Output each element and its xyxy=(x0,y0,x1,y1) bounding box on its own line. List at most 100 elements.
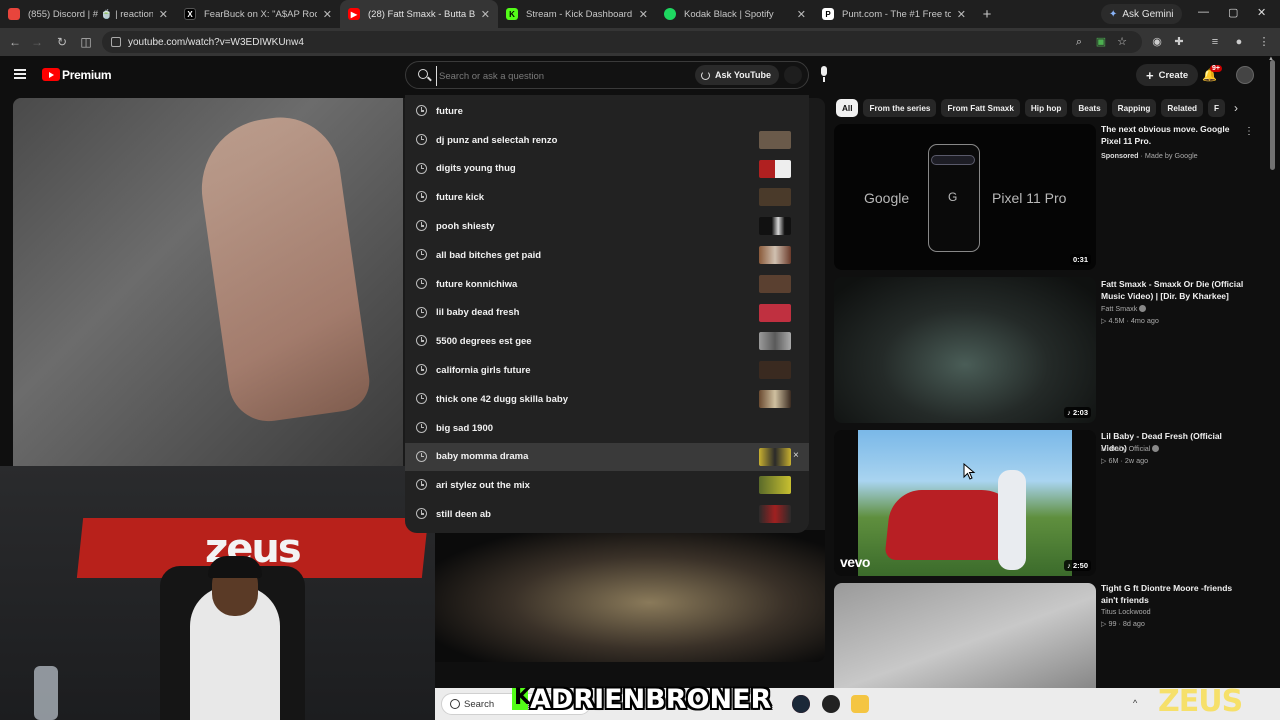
tab-close-icon[interactable]: ✕ xyxy=(639,8,648,21)
forward-icon[interactable]: → xyxy=(25,35,49,49)
channel-name[interactable]: Lil Baby Official xyxy=(1101,444,1150,453)
tab-kick[interactable]: K Stream - Kick Dashboard ✕ xyxy=(498,0,656,28)
recommendation-item[interactable]: vevo ♪ 2:50 Lil Baby - Dead Fresh (Offic… xyxy=(834,430,1264,578)
page-scrollbar[interactable] xyxy=(1270,60,1275,170)
vevo-logo: vevo xyxy=(840,554,870,570)
maximize-icon[interactable]: ▢ xyxy=(1228,6,1238,19)
video-title[interactable]: Tight G ft Diontre Moore -friends ain't … xyxy=(1101,583,1249,606)
suggestion-item[interactable]: future kick xyxy=(405,183,809,212)
chip-rapping[interactable]: Rapping xyxy=(1111,99,1157,117)
youtube-premium-wordmark[interactable]: Premium xyxy=(62,68,112,82)
tab-discord[interactable]: (855) Discord | # 🍵 | reactions ✕ xyxy=(0,0,176,28)
suggestion-item[interactable]: thick one 42 dugg skilla baby xyxy=(405,385,809,414)
spotify-icon xyxy=(664,8,676,20)
channel-name[interactable]: Titus Lockwood xyxy=(1101,607,1151,616)
create-button[interactable]: + Create xyxy=(1136,64,1199,86)
ask-gemini-button[interactable]: ✦ Ask Gemini xyxy=(1101,4,1182,24)
site-info-icon[interactable] xyxy=(111,37,121,47)
channel-line[interactable]: Fatt Smaxk xyxy=(1101,304,1147,313)
suggestion-item[interactable]: future konnichiwa xyxy=(405,270,809,299)
recommendation-item[interactable]: Google G Pixel 11 Pro 0:31 The next obvi… xyxy=(834,124,1264,272)
ask-youtube-button[interactable]: Ask YouTube xyxy=(695,65,780,85)
close-window-icon[interactable]: ✕ xyxy=(1257,6,1266,19)
search-submit-button[interactable] xyxy=(784,66,802,84)
suggestion-item[interactable]: big sad 1900 xyxy=(405,414,809,443)
menu-icon[interactable] xyxy=(14,69,26,79)
video-title[interactable]: Fatt Smaxk - Smaxk Or Die (Official Musi… xyxy=(1101,279,1249,302)
new-tab-button[interactable]: + xyxy=(974,6,1000,23)
suggestion-text: big sad 1900 xyxy=(436,422,494,434)
chrome-profile-icon[interactable]: ● xyxy=(1232,35,1246,49)
suggestion-text: baby momma drama xyxy=(436,451,529,463)
search-input[interactable] xyxy=(436,66,686,86)
punt-icon: P xyxy=(822,8,834,20)
channel-name[interactable]: Fatt Smaxk xyxy=(1101,304,1137,313)
tab-close-icon[interactable]: ✕ xyxy=(797,8,806,21)
minimize-icon[interactable]: — xyxy=(1198,6,1209,18)
suggestion-item[interactable]: lil baby dead fresh xyxy=(405,299,809,328)
tab-close-icon[interactable]: ✕ xyxy=(957,8,966,21)
video-thumbnail[interactable]: vevo ♪ 2:50 xyxy=(834,430,1096,576)
side-panel-icon[interactable]: ◫ xyxy=(74,35,98,49)
remove-suggestion-icon[interactable]: × xyxy=(793,450,799,461)
tab-label: Punt.com - The #1 Free to Play xyxy=(842,8,951,20)
chip-hip-hop[interactable]: Hip hop xyxy=(1024,99,1068,117)
suggestion-text: future konnichiwa xyxy=(436,278,518,290)
file-explorer-icon[interactable] xyxy=(851,695,869,713)
address-bar[interactable]: youtube.com/watch?v=W3EDIWKUnw4 xyxy=(102,31,1142,53)
account-avatar[interactable] xyxy=(1236,66,1254,84)
streamer-handle-overlay: K ADRIENBRONER xyxy=(512,684,771,716)
tray-chevron-icon[interactable]: ^ xyxy=(1133,698,1137,708)
duration-badge: ♪ 2:03 xyxy=(1064,407,1091,418)
suggestion-item[interactable]: all bad bitches get paid xyxy=(405,241,809,270)
video-thumbnail[interactable]: ♪ 2:03 xyxy=(834,277,1096,423)
zoom-icon[interactable]: ⌕ xyxy=(1072,35,1086,49)
video-thumbnail[interactable]: Google G Pixel 11 Pro 0:31 xyxy=(834,124,1096,270)
suggestion-item[interactable]: dj punz and selectah renzo xyxy=(405,126,809,155)
search-box[interactable]: Ask YouTube xyxy=(405,61,809,89)
chip-partial[interactable]: F xyxy=(1208,99,1226,117)
suggestion-item[interactable]: digits young thug xyxy=(405,155,809,184)
media-control-icon[interactable]: ≡ xyxy=(1208,35,1222,49)
suggestion-item[interactable]: 5500 degrees est gee xyxy=(405,327,809,356)
youtube-logo-icon[interactable] xyxy=(42,68,60,81)
suggestion-item[interactable]: baby momma drama × xyxy=(405,442,809,472)
screen: (855) Discord | # 🍵 | reactions ✕ X Fear… xyxy=(0,0,1280,720)
reload-icon[interactable]: ↻ xyxy=(50,35,74,49)
tab-close-icon[interactable]: ✕ xyxy=(159,8,168,21)
chip-all[interactable]: All xyxy=(836,99,859,117)
tab-close-icon[interactable]: ✕ xyxy=(481,8,490,21)
tab-close-icon[interactable]: ✕ xyxy=(323,8,332,21)
suggestion-text: all bad bitches get paid xyxy=(436,249,542,261)
tab-spotify[interactable]: Kodak Black | Spotify ✕ xyxy=(656,0,814,28)
suggestion-item[interactable]: ari stylez out the mix xyxy=(405,471,809,500)
voice-search-icon[interactable] xyxy=(818,66,830,83)
back-icon[interactable]: ← xyxy=(3,35,27,49)
recommendation-item[interactable]: ♪ 2:03 Fatt Smaxk - Smaxk Or Die (Offici… xyxy=(834,277,1264,425)
chip-beats[interactable]: Beats xyxy=(1072,99,1107,117)
chip-related[interactable]: Related xyxy=(1161,99,1203,117)
tab-youtube[interactable]: ▶ (28) Fatt Smaxk - Butta B (O ✕ xyxy=(340,0,498,28)
history-icon xyxy=(416,364,427,376)
channel-line[interactable]: Lil Baby Official xyxy=(1101,444,1160,453)
extensions-puzzle-icon[interactable]: ✚ xyxy=(1172,35,1186,49)
chip-from-channel[interactable]: From Fatt Smaxk xyxy=(941,99,1020,117)
profile-extension-icon[interactable]: ◉ xyxy=(1150,35,1164,49)
suggestion-item[interactable]: future xyxy=(405,97,809,126)
chip-from-series[interactable]: From the series xyxy=(863,99,937,117)
obs-icon[interactable] xyxy=(822,695,840,713)
more-options-icon[interactable]: ⋮ xyxy=(1244,126,1254,137)
bookmark-star-icon[interactable]: ☆ xyxy=(1115,35,1129,49)
sponsored-line: Sponsored · Made by Google xyxy=(1101,151,1198,160)
suggestion-item[interactable]: pooh shiesty xyxy=(405,212,809,241)
tab-punt[interactable]: P Punt.com - The #1 Free to Play ✕ xyxy=(814,0,974,28)
chrome-menu-icon[interactable]: ⋮ xyxy=(1257,35,1271,49)
steam-icon[interactable] xyxy=(792,695,810,713)
video-title[interactable]: The next obvious move. Google Pixel 11 P… xyxy=(1101,124,1249,147)
suggestion-item[interactable]: still deen ab xyxy=(405,500,809,529)
suggestion-item[interactable]: california girls future xyxy=(405,356,809,385)
extension-green-icon[interactable]: ▣ xyxy=(1094,35,1108,49)
tab-x[interactable]: X FearBuck on X: "A$AP Rocky gi ✕ xyxy=(176,0,340,28)
chevron-right-icon[interactable]: › xyxy=(1234,101,1238,115)
suggestion-thumbnail xyxy=(759,303,791,322)
